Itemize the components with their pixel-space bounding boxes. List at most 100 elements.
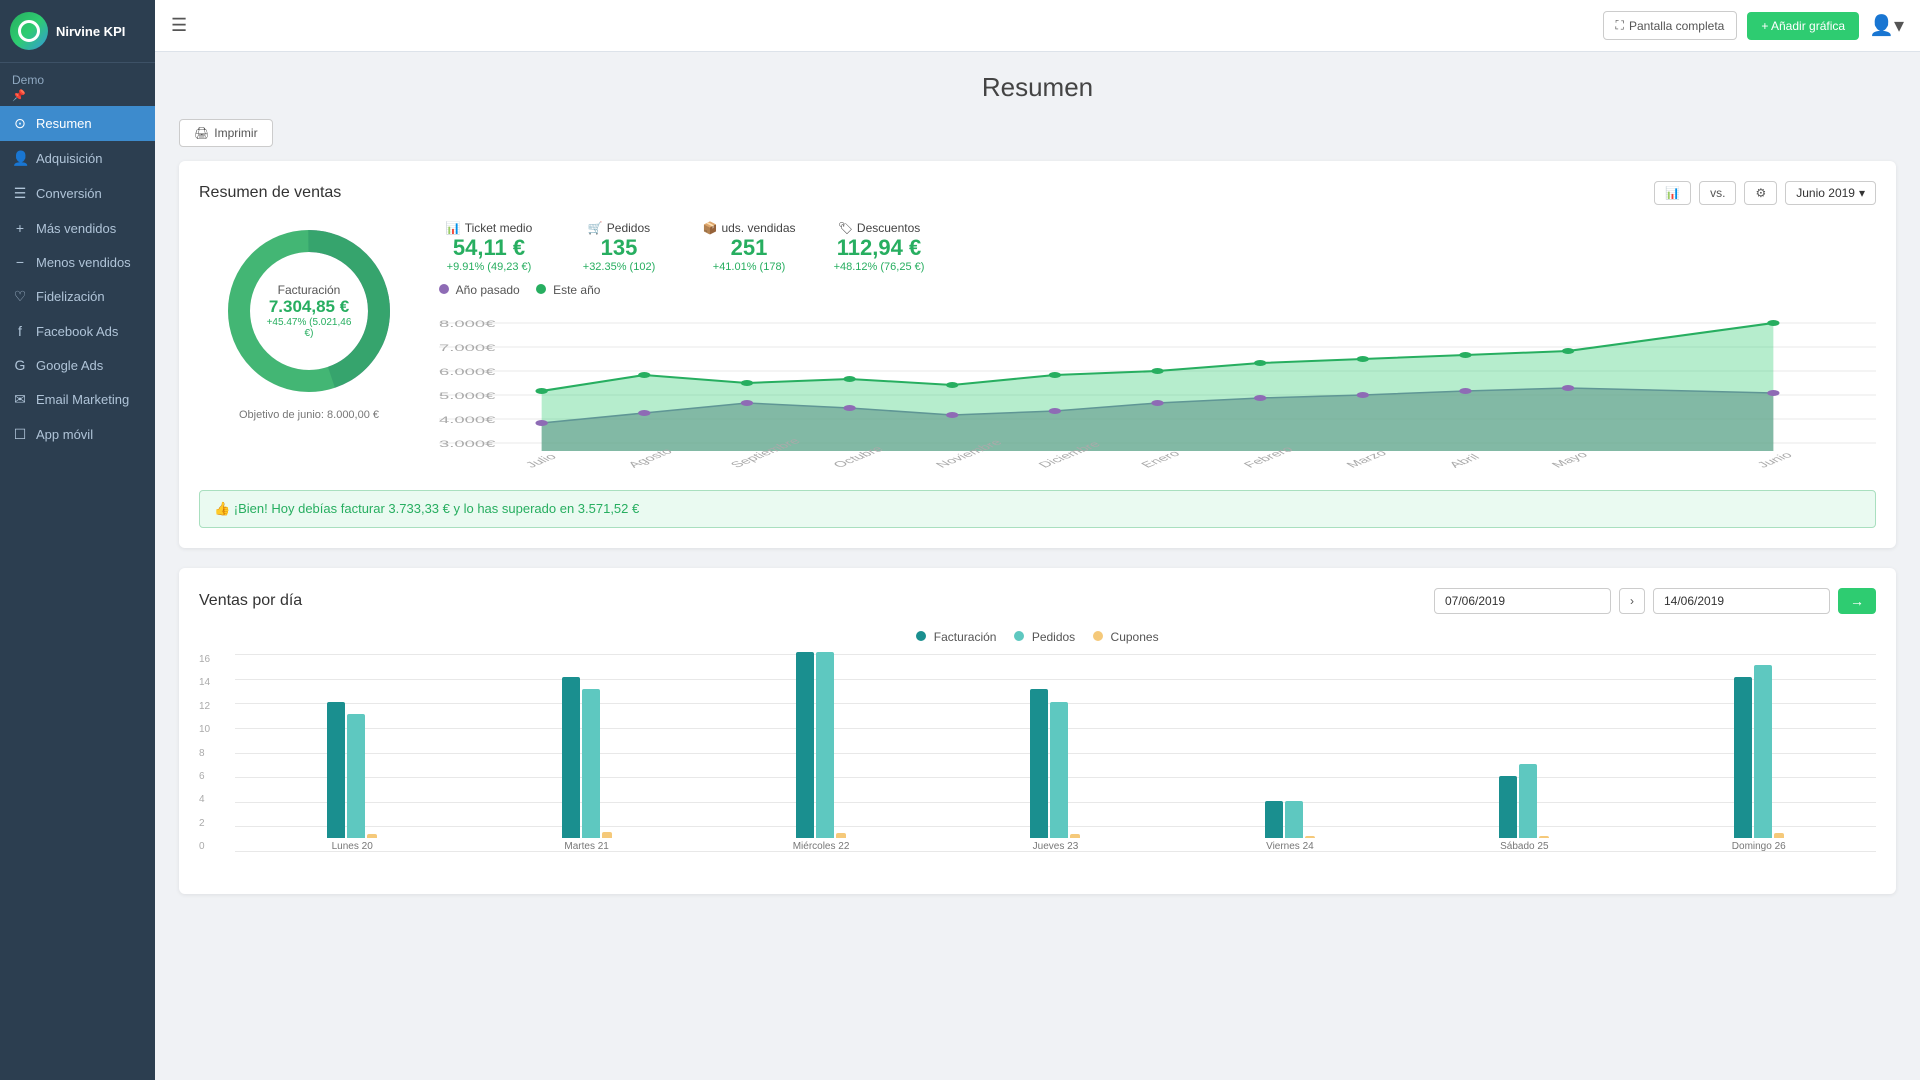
- menu-icon[interactable]: ☰: [171, 15, 187, 36]
- svg-text:7.000€: 7.000€: [439, 344, 495, 354]
- svg-text:Abril: Abril: [1445, 452, 1482, 469]
- sidebar-item-mas-vendidos[interactable]: +Más vendidos: [0, 211, 155, 245]
- bar-cupones: [836, 833, 846, 838]
- sales-summary-card: Resumen de ventas 📊 vs. ⚙ Junio 2019 ▾: [179, 161, 1896, 548]
- nav-icon-facebook-ads: f: [12, 323, 28, 339]
- vs-button[interactable]: vs.: [1699, 181, 1736, 205]
- sidebar: Nirvine KPI Demo 📌 ⊙Resumen👤Adquisición☰…: [0, 0, 155, 1080]
- date-selector[interactable]: Junio 2019 ▾: [1785, 181, 1876, 205]
- date-from-input[interactable]: [1434, 588, 1611, 614]
- nav-icon-email-marketing: ✉: [12, 391, 28, 408]
- nav-icon-resumen: ⊙: [12, 115, 28, 132]
- bar-chart-controls: › →: [1434, 588, 1876, 614]
- bar-facturacion: [796, 652, 814, 838]
- donut-center: Facturación 7.304,85 € +45.47% (5.021,46…: [264, 283, 354, 339]
- sidebar-item-app-movil[interactable]: ☐App móvil: [0, 417, 155, 452]
- stats-chart-section: 📊 Ticket medio 54,11 € +9.91% (49,23 €) …: [439, 221, 1876, 478]
- settings-button[interactable]: ⚙: [1744, 181, 1777, 205]
- svg-text:8.000€: 8.000€: [439, 320, 495, 330]
- bar-cupones: [1539, 836, 1549, 838]
- add-chart-button[interactable]: + Añadir gráfica: [1747, 12, 1859, 40]
- nav-icon-fidelizacion: ♡: [12, 288, 28, 305]
- y-axis: 1614121086420: [199, 654, 210, 852]
- bar-day-label: Jueves 23: [942, 841, 1168, 852]
- chart-type-button[interactable]: 📊: [1654, 181, 1691, 205]
- svg-text:3.000€: 3.000€: [439, 440, 495, 450]
- bar-pedidos: [347, 714, 365, 838]
- bar-chart-area: Facturación Pedidos Cupones 161412108642…: [199, 630, 1876, 874]
- nav-icon-menos-vendidos: −: [12, 254, 28, 270]
- sidebar-item-fidelizacion[interactable]: ♡Fidelización: [0, 279, 155, 314]
- sales-summary-title: Resumen de ventas: [199, 184, 341, 202]
- donut-objective: Objetivo de junio: 8.000,00 €: [239, 409, 379, 421]
- donut-chart: Facturación 7.304,85 € +45.47% (5.021,46…: [219, 221, 399, 401]
- bar-pedidos: [1050, 702, 1068, 838]
- sidebar-header: Nirvine KPI: [0, 0, 155, 63]
- nav-icon-adquisicion: 👤: [12, 150, 28, 167]
- bar-group: Lunes 20: [235, 654, 469, 852]
- bar-legend: Facturación Pedidos Cupones: [199, 630, 1876, 644]
- nav-icon-app-movil: ☐: [12, 426, 28, 443]
- sidebar-item-google-ads[interactable]: GGoogle Ads: [0, 348, 155, 382]
- stat-box-uds.-vendidas: 📦 uds. vendidas 251 +41.01% (178): [699, 221, 799, 273]
- sidebar-item-resumen[interactable]: ⊙Resumen: [0, 106, 155, 141]
- svg-text:4.000€: 4.000€: [439, 416, 495, 426]
- legend-dot-current: [536, 284, 546, 294]
- demo-label: Demo 📌: [0, 63, 155, 106]
- content-area: Resumen 🖨 Imprimir Resumen de ventas 📊 v…: [155, 52, 1920, 1080]
- bar-pedidos: [1519, 764, 1537, 838]
- daily-sales-header: Ventas por día › →: [199, 588, 1876, 614]
- sidebar-nav: ⊙Resumen👤Adquisición☰Conversión+Más vend…: [0, 106, 155, 1080]
- fullscreen-icon: ⛶: [1616, 18, 1624, 33]
- bar-day-label: Domingo 26: [1646, 841, 1872, 852]
- bar-day-label: Lunes 20: [239, 841, 465, 852]
- print-icon: 🖨: [194, 126, 209, 140]
- svg-text:5.000€: 5.000€: [439, 392, 495, 402]
- user-menu-icon[interactable]: 👤▾: [1869, 13, 1904, 38]
- legend-dot-past: [439, 284, 449, 294]
- bar-cupones: [1070, 834, 1080, 838]
- fullscreen-button[interactable]: ⛶ Pantalla completa: [1603, 11, 1738, 40]
- topbar: ☰ ⛶ Pantalla completa + Añadir gráfica 👤…: [155, 0, 1920, 52]
- stats-row: 📊 Ticket medio 54,11 € +9.91% (49,23 €) …: [439, 221, 1876, 273]
- sidebar-item-email-marketing[interactable]: ✉Email Marketing: [0, 382, 155, 417]
- bar-day-label: Miércoles 22: [708, 841, 934, 852]
- bar-facturacion: [562, 677, 580, 838]
- svg-text:6.000€: 6.000€: [439, 368, 495, 378]
- stat-box-ticket-medio: 📊 Ticket medio 54,11 € +9.91% (49,23 €): [439, 221, 539, 273]
- bar-day-label: Viernes 24: [1177, 841, 1403, 852]
- sales-summary-body: Facturación 7.304,85 € +45.47% (5.021,46…: [199, 221, 1876, 478]
- app-name: Nirvine KPI: [56, 24, 125, 39]
- sidebar-item-adquisicion[interactable]: 👤Adquisición: [0, 141, 155, 176]
- date-to-input[interactable]: [1653, 588, 1830, 614]
- svg-text:Julio: Julio: [522, 452, 560, 470]
- bar-group: Jueves 23: [938, 654, 1172, 852]
- nav-icon-google-ads: G: [12, 357, 28, 373]
- chevron-down-icon: ▾: [1859, 186, 1865, 200]
- print-button[interactable]: 🖨 Imprimir: [179, 119, 273, 147]
- svg-text:Marzo: Marzo: [1343, 448, 1390, 469]
- svg-text:Junio: Junio: [1753, 450, 1795, 469]
- sidebar-item-conversion[interactable]: ☰Conversión: [0, 176, 155, 211]
- stat-box-pedidos: 🛒 Pedidos 135 +32.35% (102): [569, 221, 669, 273]
- date-next-button[interactable]: ›: [1619, 588, 1645, 614]
- donut-section: Facturación 7.304,85 € +45.47% (5.021,46…: [199, 221, 419, 478]
- bars-container: Lunes 20 Martes 21 Miércoles 22 Jueves 2…: [235, 654, 1876, 852]
- nav-icon-conversion: ☰: [12, 185, 28, 202]
- bar-facturacion: [1265, 801, 1283, 838]
- sidebar-item-facebook-ads[interactable]: fFacebook Ads: [0, 314, 155, 348]
- sidebar-item-menos-vendidos[interactable]: −Menos vendidos: [0, 245, 155, 279]
- sales-summary-header: Resumen de ventas 📊 vs. ⚙ Junio 2019 ▾: [199, 181, 1876, 205]
- page-title: Resumen: [179, 72, 1896, 103]
- app-logo: [10, 12, 48, 50]
- print-bar: 🖨 Imprimir: [179, 119, 1896, 147]
- topbar-left: ☰: [171, 15, 187, 36]
- bar-facturacion: [327, 702, 345, 838]
- bar-legend-cupones-dot: [1093, 631, 1103, 641]
- bar-facturacion: [1499, 776, 1517, 838]
- bar-pedidos: [1285, 801, 1303, 838]
- topbar-right: ⛶ Pantalla completa + Añadir gráfica 👤▾: [1603, 11, 1904, 40]
- stat-box-descuentos: 🏷 Descuentos 112,94 € +48.12% (76,25 €): [829, 221, 929, 273]
- bar-group: Viernes 24: [1173, 654, 1407, 852]
- date-go-button[interactable]: →: [1838, 588, 1876, 614]
